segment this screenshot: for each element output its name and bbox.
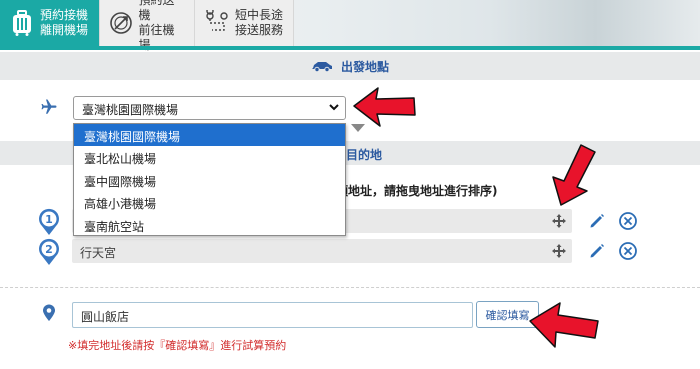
- stop-marker-icon: 1: [39, 208, 59, 235]
- car-icon: [311, 62, 332, 72]
- airport-dropdown-list: 臺灣桃園國際機場 臺北松山機場 臺中國際機場 高雄小港機場 臺南航空站: [73, 123, 346, 236]
- stop-address: 行天宮: [80, 246, 117, 260]
- move-icon[interactable]: [551, 243, 567, 259]
- remove-icon[interactable]: [618, 211, 638, 231]
- stop-marker-icon: 2: [39, 238, 59, 265]
- route-icon: [203, 9, 231, 37]
- compass-plane-icon: [108, 9, 135, 37]
- address-input-value: 圓山飯店: [81, 310, 130, 324]
- airport-option[interactable]: 臺灣桃園國際機場: [74, 124, 345, 147]
- destination-label: 目的地: [346, 148, 383, 162]
- location-pin-icon: [43, 304, 55, 321]
- red-arrow-icon: [353, 87, 416, 127]
- move-icon[interactable]: [551, 213, 567, 229]
- airport-select-value: 臺灣桃園國際機場: [82, 103, 179, 117]
- pencil-icon[interactable]: [588, 212, 606, 230]
- tab-label-line2: 接送服務: [235, 23, 284, 37]
- dashed-divider: [0, 287, 700, 288]
- address-input[interactable]: 圓山飯店: [72, 302, 473, 328]
- tab-label-line1: 短中長途: [235, 8, 284, 22]
- red-arrow-icon: [552, 144, 596, 206]
- tab-label-line2: 離開機場: [40, 23, 89, 37]
- airport-option[interactable]: 臺中國際機場: [74, 169, 345, 191]
- departure-header: 出發地點: [0, 52, 700, 80]
- tab-underline: [0, 46, 700, 50]
- airport-option[interactable]: 臺北松山機場: [74, 146, 345, 168]
- service-tabs: 預約接機 離開機場 預約送機 前往機場 短中長途 接送服務: [0, 0, 294, 52]
- tab-long-distance[interactable]: 短中長途 接送服務: [195, 0, 294, 46]
- luggage-icon: [8, 9, 36, 37]
- departure-label: 出發地點: [340, 59, 389, 74]
- stop-address-row[interactable]: 行天宮: [72, 239, 572, 263]
- airport-select[interactable]: 臺灣桃園國際機場: [73, 96, 346, 120]
- tab-airport-dropoff[interactable]: 預約送機 前往機場: [100, 0, 195, 52]
- airplane-icon: [41, 99, 57, 114]
- pencil-icon[interactable]: [588, 242, 606, 260]
- airport-option[interactable]: 臺南航空站: [74, 214, 345, 236]
- airport-option[interactable]: 高雄小港機場: [74, 191, 345, 213]
- chevron-down-icon: [329, 104, 339, 111]
- warning-text: ※填完地址後請按『確認填寫』進行試算預約: [68, 339, 287, 352]
- red-arrow-icon: [529, 302, 599, 348]
- stop-number: 1: [45, 213, 53, 226]
- tab-label-line1: 預約接機: [40, 8, 89, 22]
- remove-icon[interactable]: [618, 241, 638, 261]
- tab-airport-pickup[interactable]: 預約接機 離開機場: [0, 0, 100, 46]
- tab-label-line1: 預約送機: [138, 0, 175, 22]
- stop-number: 2: [45, 243, 53, 256]
